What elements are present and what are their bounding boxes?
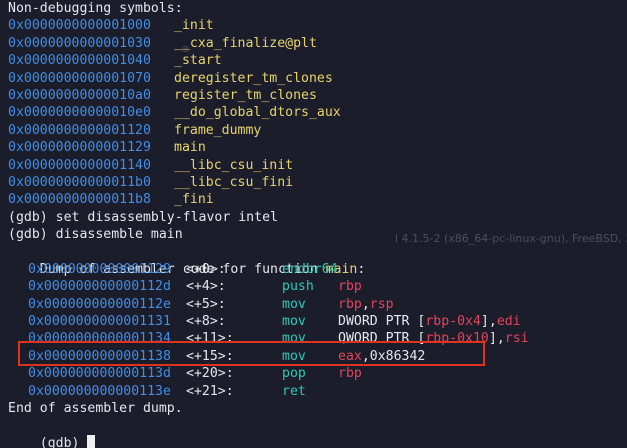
- symbol-address: 0x00000000000010a0: [8, 87, 151, 103]
- symbols-header: Non-debugging symbols:: [8, 1, 183, 16]
- end-of-dump: End of assembler dump.: [8, 400, 183, 416]
- symbol-name: __cxa_finalize@plt: [174, 35, 317, 51]
- symbol-address: 0x0000000000001140: [8, 157, 151, 173]
- instruction-row: 0x000000000000112e <+5>: mov rbp,rsp: [0, 296, 627, 313]
- operand-register: rbp: [338, 296, 362, 312]
- instruction-offset: <+5>:: [186, 296, 226, 312]
- operand-register: rbp-0x4: [425, 314, 481, 330]
- operand-text: ],: [480, 314, 497, 330]
- symbol-row: 0x0000000000001140 __libc_csu_init: [0, 157, 627, 174]
- instruction-operands: rbp: [338, 279, 362, 294]
- operand-text: ,: [361, 296, 370, 312]
- symbol-row: 0x0000000000001000 _init: [0, 17, 627, 34]
- symbol-name: __libc_csu_init: [174, 157, 294, 173]
- symbol-row: 0x0000000000001129 main: [0, 139, 627, 156]
- symbol-name: deregister_tm_clones: [174, 70, 333, 86]
- operand-text: ],: [488, 331, 505, 347]
- symbol-address: 0x0000000000001040: [8, 53, 151, 69]
- instruction-offset: <+20>:: [186, 366, 234, 382]
- instruction-operands: rbp,rsp: [338, 297, 394, 312]
- instruction-mnemonic: endbr64: [282, 261, 338, 277]
- operand-register: rsi: [504, 331, 529, 347]
- symbol-address: 0x0000000000001070: [8, 70, 151, 86]
- instruction-address: 0x0000000000001131: [28, 314, 171, 330]
- gdb-prompt-line[interactable]: (gdb): [0, 417, 627, 448]
- symbol-row: 0x00000000000011b0 __libc_csu_fini: [0, 174, 627, 191]
- operand-text: DWORD PTR [: [338, 314, 426, 330]
- symbol-name: _init: [174, 18, 214, 34]
- instruction-offset: <+8>:: [186, 314, 226, 330]
- symbol-row: 0x0000000000001070 deregister_tm_clones: [0, 70, 627, 87]
- instruction-list: 0x0000000000001129 <+0>: endbr64 0x00000000…: [0, 261, 627, 400]
- symbol-list: 0x0000000000001000 _init 0x000000000000103…: [0, 17, 627, 208]
- symbol-row: 0x00000000000010e0 __do_global_dtors_aux: [0, 104, 627, 121]
- instruction-mnemonic: mov: [282, 296, 306, 312]
- operand-register: rsp: [369, 296, 394, 312]
- symbol-address: 0x0000000000001000: [8, 18, 151, 34]
- instruction-offset: <+21>:: [186, 383, 234, 399]
- operand-register: rbp: [338, 366, 362, 382]
- instruction-mnemonic: ret: [282, 383, 306, 399]
- symbol-address: 0x00000000000011b0: [8, 174, 151, 190]
- symbol-name: _fini: [174, 192, 214, 208]
- instruction-address: 0x000000000000112e: [28, 296, 171, 312]
- instruction-row: 0x000000000000113d <+20>: pop rbp: [0, 365, 627, 382]
- instruction-mnemonic: mov: [282, 314, 306, 330]
- instruction-offset: <+0>:: [186, 261, 226, 277]
- gdb-prompt: (gdb): [39, 435, 88, 448]
- operand-register: rbp: [338, 279, 362, 295]
- operand-register: edi: [496, 314, 521, 330]
- symbol-address: 0x0000000000001129: [8, 140, 151, 156]
- symbol-name: register_tm_clones: [174, 87, 317, 103]
- symbol-address: 0x0000000000001120: [8, 122, 151, 138]
- instruction-row: 0x0000000000001131 <+8>: mov DWORD PTR [rbp…: [0, 313, 627, 330]
- terminal-window[interactable]: Non-debugging symbols: 0x000000000000100…: [0, 0, 627, 448]
- instruction-address: 0x0000000000001129: [28, 261, 171, 277]
- background-ghost-text: e: [182, 42, 189, 55]
- symbol-name: main: [174, 140, 206, 156]
- background-ghost-text-2: l 4.1.5-2 (x86_64-pc-linux-gnu), FreeBSD…: [395, 232, 627, 245]
- symbol-address: 0x00000000000010e0: [8, 105, 151, 121]
- instruction-address: 0x000000000000113e: [28, 383, 171, 399]
- symbol-address: 0x0000000000001030: [8, 35, 151, 51]
- symbol-address: 0x00000000000011b8: [8, 192, 151, 208]
- instruction-mnemonic: pop: [282, 366, 306, 382]
- symbol-name: __do_global_dtors_aux: [174, 105, 341, 121]
- instruction-row: 0x000000000000113e <+21>: ret: [0, 383, 627, 400]
- instruction-address: 0x000000000000112d: [28, 279, 171, 295]
- instruction-row: 0x0000000000001129 <+0>: endbr64: [0, 261, 627, 278]
- symbol-row: 0x0000000000001030 __cxa_finalize@plt: [0, 35, 627, 52]
- instruction-row: 0x000000000000112d <+4>: push rbp: [0, 278, 627, 295]
- instruction-mnemonic: push: [282, 279, 314, 295]
- instruction-operands: rbp: [338, 366, 362, 381]
- symbol-row: 0x0000000000001040 _start: [0, 52, 627, 69]
- instruction-operands: DWORD PTR [rbp-0x4],edi: [338, 314, 521, 329]
- instruction-address: 0x000000000000113d: [28, 366, 171, 382]
- highlight-box: [18, 341, 485, 366]
- symbol-row: 0x0000000000001120 frame_dummy: [0, 122, 627, 139]
- command-set-flavor: (gdb) set disassembly-flavor intel: [8, 209, 278, 225]
- text-cursor: [87, 434, 96, 448]
- symbol-row: 0x00000000000010a0 register_tm_clones: [0, 87, 627, 104]
- symbol-name: frame_dummy: [174, 122, 262, 138]
- symbol-row: 0x00000000000011b8 _fini: [0, 191, 627, 208]
- symbol-name: __libc_csu_fini: [174, 174, 294, 190]
- instruction-offset: <+4>:: [186, 279, 226, 295]
